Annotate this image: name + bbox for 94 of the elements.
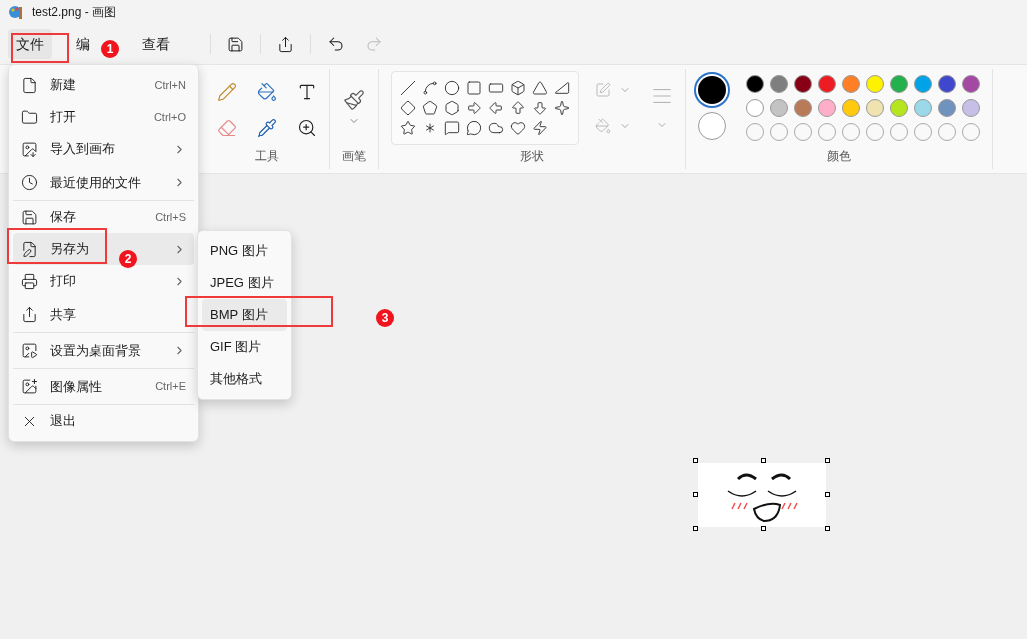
current-color-swatch[interactable] (698, 76, 726, 104)
left-arrow-icon[interactable] (488, 100, 504, 116)
menu-item[interactable]: 设置为桌面背景 (13, 333, 194, 369)
color-swatch[interactable] (914, 99, 932, 117)
rectangle-icon[interactable] (466, 80, 482, 96)
color-swatch[interactable] (914, 75, 932, 93)
menu-item[interactable]: 打印 (13, 265, 194, 297)
menu-tab[interactable]: 查看 (134, 29, 178, 59)
group-label: 形状 (520, 148, 544, 165)
step-badge: 1 (101, 40, 119, 58)
diamond-icon[interactable] (400, 100, 416, 116)
oval-icon[interactable] (444, 80, 460, 96)
menu-item[interactable]: BMP 图片 (202, 299, 287, 331)
menu-item[interactable]: 新建 Ctrl+N (13, 69, 194, 101)
menu-tab[interactable]: 编 (68, 29, 98, 59)
up-arrow-icon[interactable] (510, 100, 526, 116)
shortcut-label: Ctrl+E (155, 379, 186, 395)
color-swatch[interactable] (770, 75, 788, 93)
color-swatch[interactable] (794, 75, 812, 93)
four-point-star-icon[interactable] (554, 100, 570, 116)
heart-icon[interactable] (510, 120, 526, 136)
menu-item[interactable]: 导入到画布 (13, 133, 194, 165)
open-icon (21, 108, 38, 126)
print-icon (21, 272, 38, 290)
eraser-icon[interactable] (217, 118, 237, 138)
rounded-rectangle-icon[interactable] (488, 80, 504, 96)
color-swatch[interactable] (746, 75, 764, 93)
triangle-icon[interactable] (532, 80, 548, 96)
menu-item[interactable]: 打开 Ctrl+O (13, 101, 194, 133)
app-icon (8, 4, 24, 20)
highlight-frame (11, 33, 69, 63)
pentagon-icon[interactable] (422, 100, 438, 116)
color-swatch[interactable] (938, 99, 956, 117)
shortcut-label: Ctrl+N (154, 77, 186, 93)
color-swatch[interactable] (890, 75, 908, 93)
menu-item[interactable]: 共享 (13, 297, 194, 333)
oval-bubble-icon[interactable] (466, 120, 482, 136)
import-icon (21, 140, 38, 158)
color-swatch[interactable] (770, 99, 788, 117)
menu-item[interactable]: 最近使用的文件 (13, 165, 194, 201)
share-icon (21, 306, 38, 323)
color-swatch[interactable] (890, 99, 908, 117)
menu-item[interactable]: GIF 图片 (202, 331, 287, 363)
star-icon[interactable] (400, 120, 416, 136)
share-icon[interactable] (277, 35, 294, 53)
color-swatch[interactable] (866, 99, 884, 117)
line-icon[interactable] (400, 80, 416, 96)
color-swatch[interactable] (842, 75, 860, 93)
fill-bucket-icon[interactable] (257, 82, 277, 102)
text-tool-icon[interactable] (297, 82, 317, 102)
brush-icon[interactable] (343, 89, 365, 111)
undo-icon[interactable] (327, 35, 345, 53)
shortcut-label: Ctrl+O (153, 109, 186, 125)
window-title: test2.png - 画图 (32, 4, 117, 21)
right-triangle-icon[interactable] (554, 80, 570, 96)
speech-bubble-icon[interactable] (444, 120, 460, 136)
shortcut-label: Ctrl+S (155, 209, 186, 225)
save-icon (21, 208, 38, 226)
menu-item[interactable]: 退出 (13, 405, 194, 437)
color-swatch[interactable] (962, 99, 980, 117)
recent-icon (21, 174, 38, 191)
group-label: 画笔 (342, 148, 366, 165)
color-swatch[interactable] (962, 75, 980, 93)
current-color-swatch[interactable] (698, 112, 726, 140)
wallpaper-icon (21, 342, 38, 359)
color-swatch[interactable] (938, 75, 956, 93)
save-icon[interactable] (227, 35, 244, 53)
curve-icon[interactable] (422, 80, 438, 96)
color-swatch[interactable] (842, 99, 860, 117)
menu-item[interactable]: PNG 图片 (202, 235, 287, 267)
pencil-icon[interactable] (217, 82, 237, 102)
emoticon-drawing[interactable] (694, 459, 830, 531)
menu-item[interactable]: JPEG 图片 (202, 267, 287, 299)
new-icon (21, 76, 38, 94)
color-swatch[interactable] (866, 75, 884, 93)
properties-icon (21, 378, 38, 395)
cloud-icon[interactable] (488, 120, 504, 136)
color-swatch[interactable] (818, 75, 836, 93)
menu-item[interactable]: 保存 Ctrl+S (13, 201, 194, 233)
saveas-icon (21, 240, 38, 258)
right-arrow-icon[interactable] (466, 100, 482, 116)
hexagon-icon[interactable] (444, 100, 460, 116)
lightning-icon[interactable] (532, 120, 548, 136)
menu-item[interactable]: 图像属性 Ctrl+E (13, 369, 194, 405)
color-picker-icon[interactable] (257, 118, 277, 138)
color-swatch[interactable] (818, 99, 836, 117)
group-label: 颜色 (827, 148, 851, 165)
magnifier-icon[interactable] (297, 118, 317, 138)
group-label: 工具 (255, 148, 279, 165)
menu-item[interactable]: 其他格式 (202, 363, 287, 395)
down-arrow-icon[interactable] (532, 100, 548, 116)
menu-tab[interactable]: 文件 (8, 29, 52, 59)
color-swatch[interactable] (746, 99, 764, 117)
color-swatch[interactable] (794, 99, 812, 117)
